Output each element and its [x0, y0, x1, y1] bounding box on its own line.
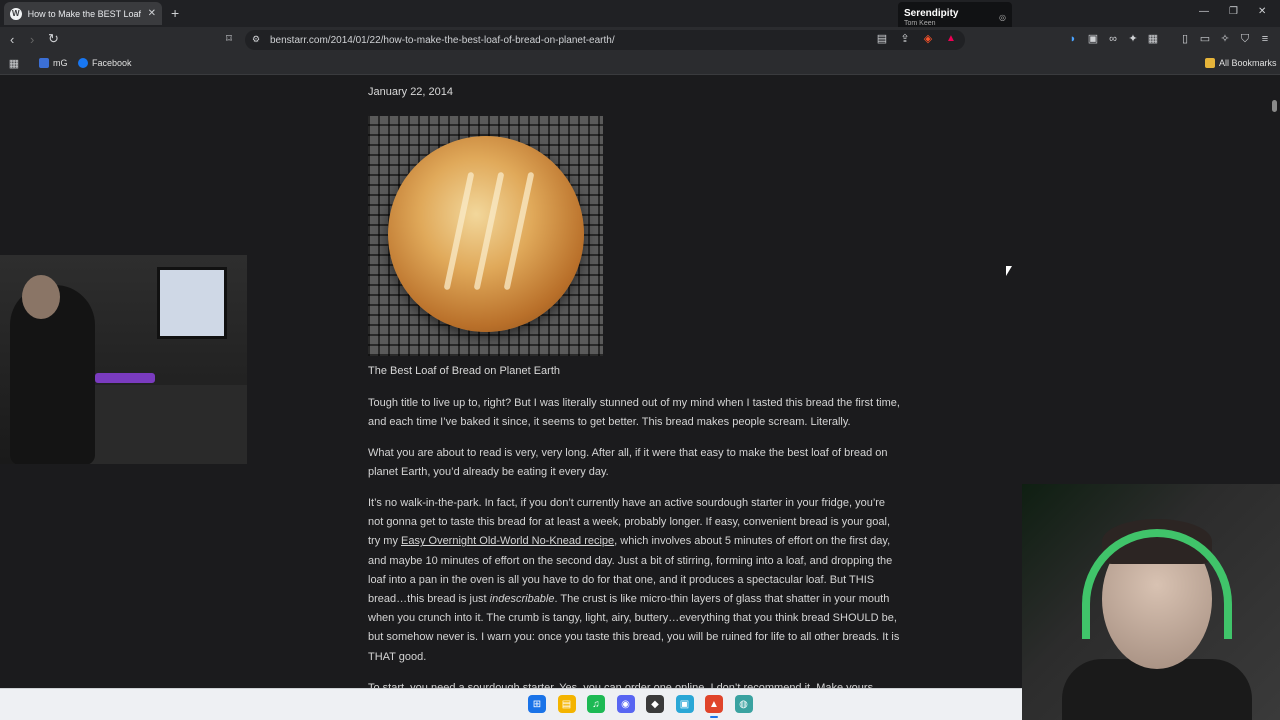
- post-date: January 22, 2014: [368, 86, 454, 98]
- desk: [70, 385, 247, 464]
- apps-grid-icon[interactable]: ▦: [8, 58, 20, 70]
- scrollbar-thumb[interactable]: [1272, 100, 1277, 112]
- bookmark-icon[interactable]: ⌑: [223, 33, 235, 45]
- paragraph-4: To start, you need a sourdough starter. …: [368, 682, 874, 688]
- keyboard: [95, 373, 155, 383]
- image-caption: The Best Loaf of Bread on Planet Earth: [368, 365, 561, 377]
- extensions-icon[interactable]: ✦: [1127, 33, 1139, 45]
- extension-b-icon[interactable]: ∞: [1107, 33, 1119, 45]
- brave-icon[interactable]: ▲: [705, 695, 723, 713]
- paragraph-3: It’s no walk-in-the-park. In fact, if yo…: [368, 494, 903, 667]
- mg-icon: [39, 58, 49, 68]
- media-settings-icon[interactable]: ◎: [999, 13, 1006, 22]
- bookmark-facebook[interactable]: Facebook: [78, 58, 132, 68]
- folder-icon: [1205, 58, 1215, 68]
- back-icon[interactable]: ‹: [10, 32, 14, 47]
- person-head: [22, 275, 60, 319]
- no-knead-recipe-link[interactable]: Easy Overnight Old-World No-Knead recipe: [401, 535, 614, 547]
- extension-c-icon[interactable]: ▦: [1147, 33, 1159, 45]
- facebook-icon: [78, 58, 88, 68]
- forward-icon[interactable]: ›: [30, 32, 34, 47]
- reload-icon[interactable]: ↻: [48, 31, 59, 47]
- discord-icon[interactable]: ◉: [616, 695, 635, 713]
- audio-icon[interactable]: ◗: [1067, 33, 1079, 45]
- paragraph-1: Tough title to live up to, right? But I …: [368, 397, 900, 429]
- wordpress-icon: W: [10, 7, 22, 20]
- browser-tab[interactable]: W How to Make the BEST Loaf of B ✕: [4, 2, 162, 25]
- bookmark-mg[interactable]: mG: [39, 58, 68, 68]
- leo-icon[interactable]: ✧: [1219, 33, 1231, 45]
- share-icon[interactable]: ⇪: [899, 33, 911, 45]
- league-icon[interactable]: ◆: [646, 695, 664, 713]
- brave-shields-icon[interactable]: ◈: [922, 33, 934, 45]
- sidebar-icon[interactable]: ▯: [1179, 33, 1191, 45]
- store-icon[interactable]: ▣: [675, 695, 694, 713]
- close-window-button[interactable]: ✕: [1258, 6, 1266, 17]
- minimize-button[interactable]: —: [1199, 6, 1209, 17]
- paragraph-2: What you are about to read is very, very…: [368, 447, 888, 479]
- tab-strip: [0, 0, 1280, 27]
- media-song-title: Serendipity: [904, 8, 959, 19]
- bookmarks-bar: [0, 53, 1280, 75]
- mouse-cursor: [1006, 266, 1012, 276]
- file-explorer-icon[interactable]: ▤: [557, 695, 576, 713]
- bread-photo[interactable]: [368, 116, 603, 356]
- extension-a-icon[interactable]: ▣: [1087, 33, 1099, 45]
- monitor: [157, 267, 227, 339]
- new-tab-button[interactable]: +: [171, 5, 179, 21]
- spotify-icon[interactable]: ♫: [587, 695, 605, 713]
- webcam-overlay-room: [0, 255, 247, 464]
- wallet-icon[interactable]: ▭: [1199, 33, 1211, 45]
- site-settings-icon[interactable]: ⚙: [250, 33, 262, 45]
- brave-rewards-icon[interactable]: ▲: [945, 33, 957, 45]
- emphasis-text: indescribable: [489, 593, 555, 606]
- url-text[interactable]: benstarr.com/2014/01/22/how-to-make-the-…: [270, 35, 615, 46]
- taskbar: [0, 688, 1022, 720]
- reader-mode-icon[interactable]: ▤: [876, 33, 888, 45]
- menu-icon[interactable]: ≡: [1259, 33, 1271, 45]
- active-app-indicator: [710, 716, 718, 718]
- webcam-overlay-face: [1022, 484, 1280, 720]
- media-artist: Tom Keen: [904, 20, 936, 27]
- restore-button[interactable]: ❐: [1229, 6, 1238, 17]
- globe-icon[interactable]: ◍: [734, 695, 753, 713]
- start-icon[interactable]: ⊞: [528, 695, 546, 713]
- all-bookmarks[interactable]: All Bookmarks: [1205, 58, 1277, 68]
- vpn-icon[interactable]: ⛉: [1239, 33, 1251, 45]
- close-tab-icon[interactable]: ✕: [148, 8, 156, 19]
- tab-title: How to Make the BEST Loaf of B: [27, 8, 142, 19]
